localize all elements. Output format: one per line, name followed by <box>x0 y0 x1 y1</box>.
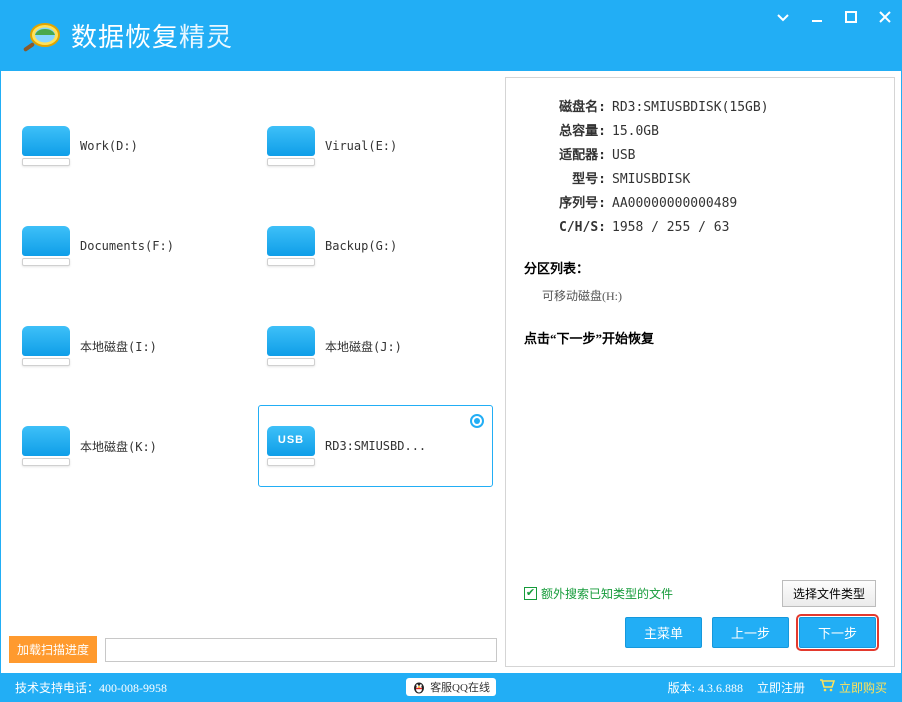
info-value-serial: AA00000000000489 <box>612 192 876 216</box>
qq-support-badge[interactable]: 客服QQ在线 <box>406 678 496 696</box>
select-file-type-button[interactable]: 选择文件类型 <box>782 580 876 607</box>
disk-label: Documents(F:) <box>80 239 174 253</box>
disk-item[interactable]: 本地磁盘(I:) <box>13 305 248 387</box>
app-title-part2: 精灵 <box>179 22 233 52</box>
status-bar: 技术支持电话：400-008-9958 客服QQ在线 版本: 4.3.6.888… <box>1 673 901 701</box>
register-link[interactable]: 立即注册 <box>757 679 805 696</box>
info-value-model: SMIUSBDISK <box>612 168 876 192</box>
disk-item[interactable]: Work(D:) <box>13 105 248 187</box>
buy-now-link[interactable]: 立即购买 <box>819 678 887 696</box>
buy-now-label: 立即购买 <box>839 679 887 696</box>
hard-disk-icon <box>22 126 70 166</box>
hard-disk-icon <box>267 326 315 366</box>
partition-list-title: 分区列表： <box>524 258 876 277</box>
content-area: Work(D:) Virual(E:) Documents(F:) Backup(G:… <box>1 71 901 673</box>
window-controls <box>775 9 893 25</box>
disk-item[interactable]: USB RD3:SMIUSBD... <box>258 405 493 487</box>
left-panel: Work(D:) Virual(E:) Documents(F:) Backup(G:… <box>7 77 499 667</box>
usb-disk-icon: USB <box>267 426 315 466</box>
info-value-name: RD3:SMIUSBDISK(15GB) <box>612 96 876 120</box>
info-row-model: 型号: SMIUSBDISK <box>524 168 876 192</box>
version-label: 版本: <box>668 681 695 695</box>
hard-disk-icon <box>267 226 315 266</box>
logo-area: 数据恢复精灵 <box>1 1 251 69</box>
info-row-chs: C/H/S: 1958 / 255 / 63 <box>524 216 876 240</box>
hard-disk-icon <box>22 426 70 466</box>
info-row-serial: 序列号: AA00000000000489 <box>524 192 876 216</box>
disk-item[interactable]: Backup(G:) <box>258 205 493 287</box>
info-label-model: 型号: <box>524 168 612 192</box>
selected-radio-icon <box>470 414 484 428</box>
support-phone: 技术支持电话：400-008-9958 <box>15 679 406 696</box>
extra-search-checkbox[interactable]: ✔ 额外搜索已知类型的文件 <box>524 585 673 602</box>
disk-label: Work(D:) <box>80 139 138 153</box>
load-progress-input[interactable] <box>105 638 497 662</box>
title-bar: 数据恢复精灵 <box>1 1 901 71</box>
close-icon[interactable] <box>877 9 893 25</box>
status-right: 版本: 4.3.6.888 立即注册 立即购买 <box>496 678 887 696</box>
disk-item[interactable]: 本地磁盘(K:) <box>13 405 248 487</box>
disk-item[interactable]: Virual(E:) <box>258 105 493 187</box>
disk-label: Backup(G:) <box>325 239 397 253</box>
info-row-adapter: 适配器: USB <box>524 144 876 168</box>
extra-search-label: 额外搜索已知类型的文件 <box>541 585 673 602</box>
qq-support-label: 客服QQ在线 <box>430 679 490 695</box>
main-menu-button[interactable]: 主菜单 <box>625 617 702 648</box>
disk-label: 本地磁盘(I:) <box>80 338 157 355</box>
info-label-adapter: 适配器: <box>524 144 612 168</box>
app-window: 数据恢复精灵 Work(D:) Virual(E:) Documents(F:) Ba… <box>0 0 902 702</box>
maximize-icon[interactable] <box>843 9 859 25</box>
load-progress-row: 加载扫描进度 <box>7 632 499 667</box>
menu-dropdown-icon[interactable] <box>775 9 791 25</box>
disk-item[interactable]: Documents(F:) <box>13 205 248 287</box>
prev-step-button[interactable]: 上一步 <box>712 617 789 648</box>
hard-disk-icon <box>267 126 315 166</box>
app-title-part1: 数据恢复 <box>71 22 179 52</box>
next-step-button[interactable]: 下一步 <box>799 617 876 648</box>
app-logo-icon <box>19 13 63 57</box>
hint-text: 点击“下一步”开始恢复 <box>524 328 876 347</box>
partition-item[interactable]: 可移动磁盘(H:) <box>542 287 876 304</box>
right-panel: 磁盘名: RD3:SMIUSBDISK(15GB) 总容量: 15.0GB 适配… <box>505 77 895 667</box>
info-value-adapter: USB <box>612 144 876 168</box>
disk-info-table: 磁盘名: RD3:SMIUSBDISK(15GB) 总容量: 15.0GB 适配… <box>524 96 876 240</box>
info-row-name: 磁盘名: RD3:SMIUSBDISK(15GB) <box>524 96 876 120</box>
disk-label: 本地磁盘(K:) <box>80 438 157 455</box>
qq-penguin-icon <box>412 680 426 694</box>
hard-disk-icon <box>22 226 70 266</box>
nav-button-row: 主菜单 上一步 下一步 <box>524 607 876 648</box>
version-value: 4.3.6.888 <box>698 681 743 695</box>
info-label-size: 总容量: <box>524 120 612 144</box>
version-info: 版本: 4.3.6.888 <box>668 679 743 696</box>
checkbox-checked-icon: ✔ <box>524 587 537 600</box>
disk-item[interactable]: 本地磁盘(J:) <box>258 305 493 387</box>
disk-label: 本地磁盘(J:) <box>325 338 402 355</box>
info-value-size: 15.0GB <box>612 120 876 144</box>
minimize-icon[interactable] <box>809 9 825 25</box>
info-label-chs: C/H/S: <box>524 216 612 240</box>
info-label-serial: 序列号: <box>524 192 612 216</box>
app-title: 数据恢复精灵 <box>71 17 233 54</box>
info-value-chs: 1958 / 255 / 63 <box>612 216 876 240</box>
disk-grid: Work(D:) Virual(E:) Documents(F:) Backup(G:… <box>7 77 499 632</box>
info-label-name: 磁盘名: <box>524 96 612 120</box>
hard-disk-icon <box>22 326 70 366</box>
load-progress-button[interactable]: 加载扫描进度 <box>9 636 97 663</box>
info-row-size: 总容量: 15.0GB <box>524 120 876 144</box>
cart-icon <box>819 678 835 696</box>
disk-label: RD3:SMIUSBD... <box>325 439 426 453</box>
extra-options-row: ✔ 额外搜索已知类型的文件 选择文件类型 <box>524 580 876 607</box>
disk-label: Virual(E:) <box>325 139 397 153</box>
